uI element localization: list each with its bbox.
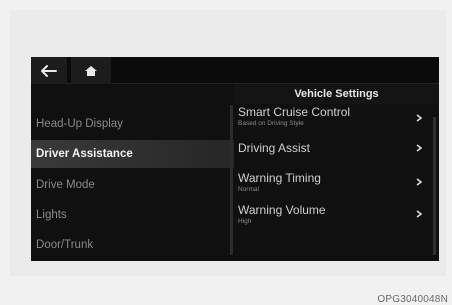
chevron-right-icon bbox=[414, 113, 424, 123]
menu-item-door-trunk[interactable]: Door/Trunk bbox=[31, 231, 234, 259]
option-value: High bbox=[238, 218, 252, 225]
settings-category-list: Head-Up Display Driver Assistance Drive … bbox=[31, 97, 234, 261]
chevron-right-icon bbox=[414, 209, 424, 219]
page-title: Vehicle Settings bbox=[234, 84, 439, 104]
figure-caption: OPG3040048N bbox=[377, 294, 448, 305]
home-icon bbox=[85, 65, 97, 76]
option-warning-timing[interactable]: Warning Timing Normal bbox=[238, 171, 428, 201]
menu-item-label: Driver Assistance bbox=[36, 148, 133, 160]
scrollbar[interactable] bbox=[433, 117, 436, 255]
chevron-right-icon bbox=[414, 143, 424, 153]
chevron-right-icon bbox=[414, 177, 424, 187]
menu-item-label: Door/Trunk bbox=[36, 239, 94, 251]
panel-divider bbox=[230, 105, 233, 255]
option-label: Warning Timing bbox=[238, 171, 321, 185]
option-driving-assist[interactable]: Driving Assist bbox=[238, 141, 428, 171]
option-value: Based on Driving Style bbox=[238, 120, 304, 127]
top-bar bbox=[31, 57, 439, 84]
menu-item-label: Lights bbox=[36, 209, 67, 221]
back-button[interactable] bbox=[31, 57, 67, 84]
option-label: Driving Assist bbox=[238, 141, 311, 155]
driver-assistance-options: Smart Cruise Control Based on Driving St… bbox=[238, 105, 428, 261]
menu-item-drive-mode[interactable]: Drive Mode bbox=[31, 171, 234, 199]
menu-item-lights[interactable]: Lights bbox=[31, 201, 234, 229]
menu-item-driver-assistance[interactable]: Driver Assistance bbox=[31, 140, 234, 168]
menu-item-label: Drive Mode bbox=[36, 179, 95, 191]
menu-item-label: Head-Up Display bbox=[36, 118, 123, 130]
infotainment-screen: Vehicle Settings Head-Up Display Driver … bbox=[31, 57, 439, 261]
option-label: Warning Volume bbox=[238, 203, 326, 217]
home-button[interactable] bbox=[71, 57, 111, 84]
option-warning-volume[interactable]: Warning Volume High bbox=[238, 203, 428, 233]
option-value: Normal bbox=[238, 186, 259, 193]
option-label: Smart Cruise Control bbox=[238, 105, 351, 119]
back-arrow-icon bbox=[41, 64, 57, 77]
option-smart-cruise-control[interactable]: Smart Cruise Control Based on Driving St… bbox=[238, 105, 428, 135]
menu-item-head-up-display[interactable]: Head-Up Display bbox=[31, 110, 234, 138]
